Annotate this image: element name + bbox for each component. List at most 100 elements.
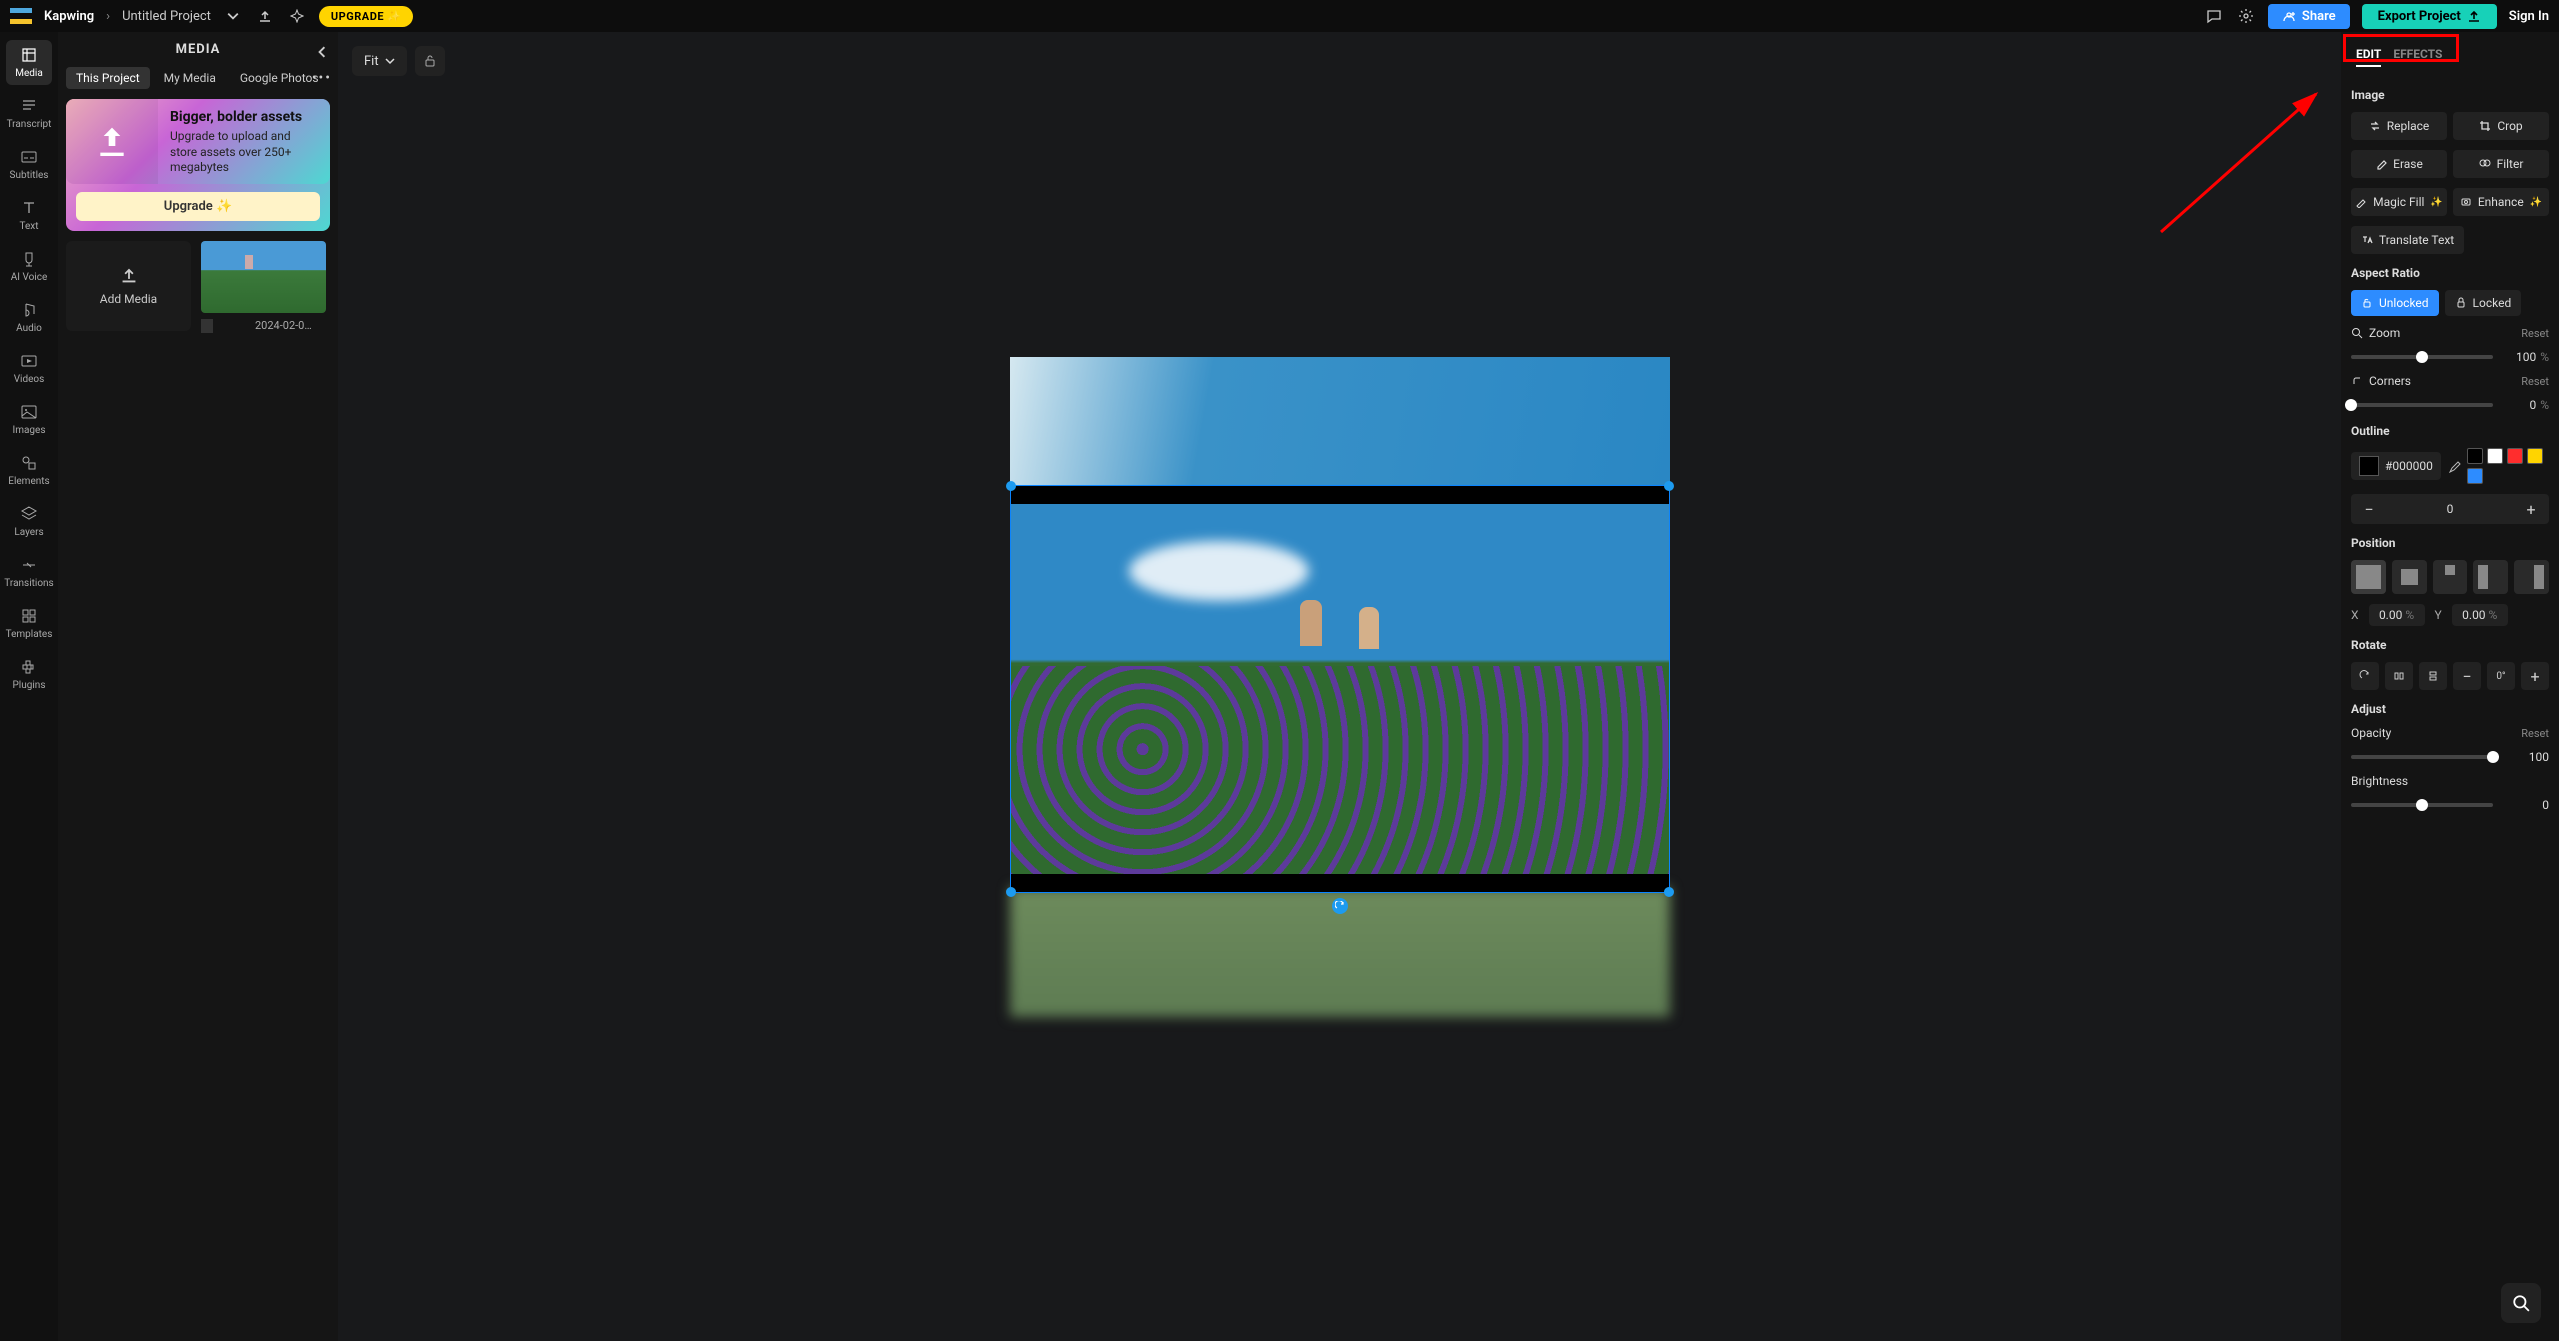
outline-minus-button[interactable]: − xyxy=(2351,494,2387,524)
rotate-value[interactable]: 0° xyxy=(2487,662,2515,690)
chevron-down-icon[interactable] xyxy=(223,6,243,26)
rail-item-aivoice[interactable]: AI Voice xyxy=(6,244,52,289)
rail-item-audio[interactable]: Audio xyxy=(6,295,52,340)
replace-button[interactable]: Replace xyxy=(2351,112,2447,140)
brightness-value: 0 xyxy=(2542,798,2549,812)
promo-cta-button[interactable]: Upgrade ✨ xyxy=(76,192,320,221)
images-icon xyxy=(20,403,38,421)
rail-item-text[interactable]: Text xyxy=(6,193,52,238)
rail-item-layers[interactable]: Layers xyxy=(6,499,52,544)
rail-item-subtitles[interactable]: Subtitles xyxy=(6,142,52,187)
opacity-reset[interactable]: Reset xyxy=(2521,727,2549,740)
resize-handle-tl[interactable] xyxy=(1006,481,1016,491)
swatch[interactable] xyxy=(2467,468,2483,484)
rail-item-media[interactable]: Media xyxy=(6,40,52,85)
pos-right[interactable] xyxy=(2514,560,2549,594)
canvas[interactable]: Fit xyxy=(338,32,2341,1341)
pos-fill[interactable] xyxy=(2351,560,2386,594)
edit-effects-tabs: EDIT EFFECTS xyxy=(2351,40,2549,76)
rail-item-templates[interactable]: Templates xyxy=(6,601,52,646)
enhance-button[interactable]: Enhance✨ xyxy=(2453,188,2549,216)
flip-v-button[interactable] xyxy=(2419,662,2447,690)
rail-item-transcript[interactable]: Transcript xyxy=(6,91,52,136)
canvas-lock-button[interactable] xyxy=(415,46,445,76)
rail-label: Media xyxy=(15,68,43,79)
selected-image[interactable] xyxy=(1010,485,1670,893)
aspect-locked-chip[interactable]: Locked xyxy=(2445,290,2522,316)
rail-item-elements[interactable]: Elements xyxy=(6,448,52,493)
gear-icon[interactable] xyxy=(2236,6,2256,26)
brightness-label: Brightness xyxy=(2351,774,2408,788)
resize-handle-bl[interactable] xyxy=(1006,887,1016,897)
project-name[interactable]: Untitled Project xyxy=(122,9,211,24)
pos-left[interactable] xyxy=(2473,560,2508,594)
tab-effects[interactable]: EFFECTS xyxy=(2393,47,2442,67)
rail-item-images[interactable]: Images xyxy=(6,397,52,442)
upgrade-pill[interactable]: UPGRADE ✨ xyxy=(319,6,414,27)
pos-x-value[interactable]: 0.00 % xyxy=(2369,604,2425,626)
collapse-panel-button[interactable] xyxy=(312,42,332,62)
tab-edit[interactable]: EDIT xyxy=(2356,47,2381,67)
brand-name[interactable]: Kapwing xyxy=(44,9,94,24)
zoom-reset[interactable]: Reset xyxy=(2521,327,2549,340)
resize-handle-tr[interactable] xyxy=(1664,481,1674,491)
resize-handle-br[interactable] xyxy=(1664,887,1674,897)
rail-label: Plugins xyxy=(13,680,46,691)
rotate-minus-button[interactable]: − xyxy=(2453,662,2481,690)
flip-h-button[interactable] xyxy=(2385,662,2413,690)
rail-item-plugins[interactable]: Plugins xyxy=(6,652,52,697)
upload-icon[interactable] xyxy=(255,6,275,26)
comment-icon[interactable] xyxy=(2204,6,2224,26)
erase-button[interactable]: Erase xyxy=(2351,150,2447,178)
aspect-unlocked-chip[interactable]: Unlocked xyxy=(2351,290,2439,316)
pos-y-value[interactable]: 0.00 % xyxy=(2452,604,2508,626)
rail-item-transitions[interactable]: Transitions xyxy=(6,550,52,595)
sign-in-link[interactable]: Sign In xyxy=(2509,9,2549,24)
corners-slider[interactable] xyxy=(2351,403,2493,407)
swatch[interactable] xyxy=(2507,448,2523,464)
sparkle-icon[interactable] xyxy=(287,6,307,26)
rail-label: Elements xyxy=(8,476,49,487)
videos-icon xyxy=(20,352,38,370)
outline-plus-button[interactable]: + xyxy=(2513,494,2549,524)
crop-button[interactable]: Crop xyxy=(2453,112,2549,140)
rail-item-videos[interactable]: Videos xyxy=(6,346,52,391)
swatch[interactable] xyxy=(2527,448,2543,464)
search-fab[interactable] xyxy=(2501,1283,2541,1323)
pos-fit[interactable] xyxy=(2392,560,2427,594)
export-button[interactable]: Export Project xyxy=(2362,4,2497,29)
outline-width-stepper[interactable]: − 0 + xyxy=(2351,494,2549,524)
media-tab-0[interactable]: This Project xyxy=(66,67,150,89)
upgrade-promo: Bigger, bolder assets Upgrade to upload … xyxy=(66,99,330,231)
corners-reset[interactable]: Reset xyxy=(2521,375,2549,388)
file-icon xyxy=(201,319,213,333)
fit-dropdown[interactable]: Fit xyxy=(352,46,407,76)
swatch[interactable] xyxy=(2487,448,2503,464)
rail-label: Transitions xyxy=(4,578,53,589)
media-thumbnail[interactable] xyxy=(201,241,326,313)
pos-top[interactable] xyxy=(2433,560,2468,594)
translate-text-button[interactable]: Translate Text xyxy=(2351,226,2464,254)
more-icon[interactable]: ••• xyxy=(312,70,332,86)
rotate-handle[interactable] xyxy=(1332,898,1348,914)
zoom-slider[interactable] xyxy=(2351,355,2493,359)
brand-logo[interactable] xyxy=(10,8,32,24)
rotate-90-button[interactable] xyxy=(2351,662,2379,690)
share-button[interactable]: Share xyxy=(2268,4,2350,29)
magic-fill-button[interactable]: Magic Fill✨ xyxy=(2351,188,2447,216)
promo-title: Bigger, bolder assets xyxy=(170,109,318,125)
filter-button[interactable]: Filter xyxy=(2453,150,2549,178)
left-rail: Media Transcript Subtitles Text AI Voice Audi… xyxy=(0,32,58,1341)
audio-icon xyxy=(20,301,38,319)
outline-color-input[interactable]: #000000 xyxy=(2351,452,2441,480)
rotate-plus-button[interactable]: + xyxy=(2521,662,2549,690)
rail-label: Videos xyxy=(14,374,45,385)
rail-label: Text xyxy=(19,221,38,232)
swatch[interactable] xyxy=(2467,448,2483,464)
eyedropper-icon[interactable] xyxy=(2447,459,2461,473)
brightness-slider[interactable] xyxy=(2351,803,2493,807)
templates-icon xyxy=(20,607,38,625)
opacity-slider[interactable] xyxy=(2351,755,2493,759)
media-tab-1[interactable]: My Media xyxy=(154,67,226,89)
add-media-button[interactable]: Add Media xyxy=(66,241,191,331)
